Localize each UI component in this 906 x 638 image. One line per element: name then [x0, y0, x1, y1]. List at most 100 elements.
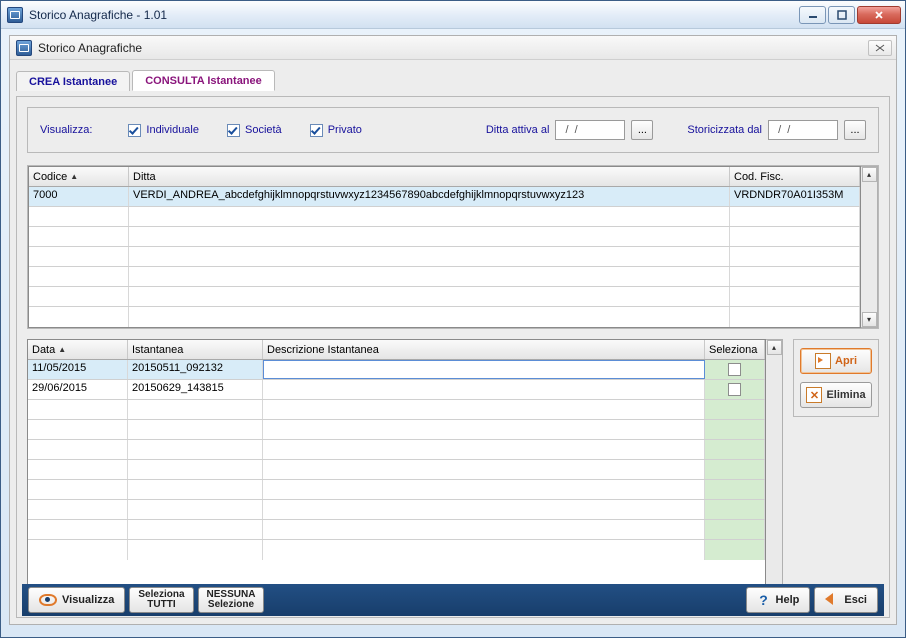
scroll-up-icon[interactable]: ▴	[862, 167, 877, 182]
table-row-empty	[29, 247, 860, 267]
table-row-empty	[28, 440, 765, 460]
apri-button[interactable]: Apri	[800, 348, 872, 374]
help-button[interactable]: ?Help	[746, 587, 811, 613]
app-icon	[16, 40, 32, 56]
inner-titlebar: Storico Anagrafiche	[10, 36, 896, 60]
row-checkbox[interactable]	[728, 363, 741, 376]
app-icon	[7, 7, 23, 23]
table-row-empty	[29, 227, 860, 247]
check-societa[interactable]: Società	[227, 124, 282, 137]
seleziona-tutti-button[interactable]: SelezionaTUTTI	[129, 587, 193, 613]
button-label: Esci	[844, 595, 867, 606]
tab-crea[interactable]: CREA Istantanee	[16, 71, 130, 91]
sort-asc-icon: ▲	[70, 172, 78, 181]
col-ditta[interactable]: Ditta	[129, 167, 730, 186]
label-storicizzata: Storicizzata dal	[687, 124, 762, 136]
table-row-empty	[29, 307, 860, 327]
outer-window: Storico Anagrafiche - 1.01 Storico Anagr…	[0, 0, 906, 638]
col-seleziona[interactable]: Seleziona	[705, 340, 765, 359]
cell-istantanea: 20150629_143815	[128, 380, 263, 399]
bottom-bar: Visualizza SelezionaTUTTI NESSUNASelezio…	[22, 584, 884, 616]
label-individuale: Individuale	[146, 124, 199, 136]
table-row[interactable]: 29/06/2015 20150629_143815	[28, 380, 765, 400]
grid-ditte[interactable]: Codice▲ Ditta Cod. Fisc. 7000 VERDI_ANDR…	[28, 166, 861, 328]
checkbox-icon	[310, 124, 323, 137]
grid-istantanee[interactable]: Data▲ Istantanea Descrizione Istantanea …	[27, 339, 766, 607]
cell-istantanea: 20150511_092132	[128, 360, 263, 379]
label-privato: Privato	[328, 124, 362, 136]
cell-descrizione	[263, 380, 705, 399]
close-button[interactable]	[857, 6, 901, 24]
check-individuale[interactable]: Individuale	[128, 124, 199, 137]
col-istantanea[interactable]: Istantanea	[128, 340, 263, 359]
scrollbar[interactable]: ▴ ▾	[861, 166, 878, 328]
table-row-empty	[28, 400, 765, 420]
nessuna-selezione-button[interactable]: NESSUNASelezione	[198, 587, 265, 613]
table-row-empty	[28, 520, 765, 540]
table-row-empty	[28, 500, 765, 520]
picker-ditta-attiva[interactable]: ...	[631, 120, 653, 140]
scrollbar[interactable]: ▴ ▾	[766, 339, 783, 607]
col-label: Codice	[33, 171, 67, 183]
window-title: Storico Anagrafiche - 1.01	[29, 8, 799, 22]
input-ditta-attiva[interactable]	[555, 120, 625, 140]
grid-ditte-panel: Codice▲ Ditta Cod. Fisc. 7000 VERDI_ANDR…	[27, 165, 879, 329]
button-label: Selezione	[208, 600, 254, 610]
label-visualizza: Visualizza:	[40, 124, 92, 136]
cell-codfisc: VRDNDR70A01I353M	[730, 187, 860, 206]
delete-icon: ✕	[806, 387, 822, 403]
inner-title: Storico Anagrafiche	[38, 41, 868, 55]
ellipsis-icon: ...	[850, 124, 859, 136]
table-row[interactable]: 11/05/2015 20150511_092132	[28, 360, 765, 380]
esci-button[interactable]: Esci	[814, 587, 878, 613]
cell-codice: 7000	[29, 187, 129, 206]
cell-descrizione-edit[interactable]	[263, 360, 705, 379]
inner-close-button[interactable]	[868, 40, 892, 56]
outer-titlebar: Storico Anagrafiche - 1.01	[1, 1, 905, 29]
filter-panel: Visualizza: Individuale Società Privato …	[27, 107, 879, 153]
elimina-button[interactable]: ✕ Elimina	[800, 382, 872, 408]
scroll-up-icon[interactable]: ▴	[767, 340, 782, 355]
cell-seleziona	[705, 380, 765, 399]
col-codice[interactable]: Codice▲	[29, 167, 129, 186]
side-buttons: Apri ✕ Elimina	[783, 339, 879, 607]
minimize-button[interactable]	[799, 6, 826, 24]
table-row-empty	[28, 540, 765, 560]
button-label: Apri	[835, 355, 857, 367]
open-icon	[815, 353, 831, 369]
check-privato[interactable]: Privato	[310, 124, 362, 137]
picker-storicizzata[interactable]: ...	[844, 120, 866, 140]
button-label: TUTTI	[147, 600, 175, 610]
checkbox-icon	[128, 124, 141, 137]
cell-data: 29/06/2015	[28, 380, 128, 399]
table-row-empty	[28, 480, 765, 500]
button-label: Elimina	[826, 389, 865, 401]
tab-consulta[interactable]: CONSULTA Istantanee	[132, 70, 275, 91]
sort-asc-icon: ▲	[58, 345, 66, 354]
row-checkbox[interactable]	[728, 383, 741, 396]
cell-seleziona	[705, 360, 765, 379]
table-row-empty	[29, 267, 860, 287]
tab-page-consulta: Visualizza: Individuale Società Privato …	[16, 96, 890, 618]
cell-ditta: VERDI_ANDREA_abcdefghijklmnopqrstuvwxyz1…	[129, 187, 730, 206]
label-ditta-attiva: Ditta attiva al	[486, 124, 550, 136]
label-societa: Società	[245, 124, 282, 136]
col-descrizione[interactable]: Descrizione Istantanea	[263, 340, 705, 359]
visualizza-button[interactable]: Visualizza	[28, 587, 125, 613]
table-row[interactable]: 7000 VERDI_ANDREA_abcdefghijklmnopqrstuv…	[29, 187, 860, 207]
lower-row: Data▲ Istantanea Descrizione Istantanea …	[27, 339, 879, 607]
col-codfisc[interactable]: Cod. Fisc.	[730, 167, 860, 186]
scroll-down-icon[interactable]: ▾	[862, 312, 877, 327]
button-label: Visualizza	[62, 595, 114, 606]
table-row-empty	[29, 207, 860, 227]
exit-icon	[825, 593, 839, 607]
eye-icon	[39, 594, 57, 606]
table-row-empty	[28, 420, 765, 440]
col-label: Data	[32, 344, 55, 356]
col-data[interactable]: Data▲	[28, 340, 128, 359]
input-storicizzata[interactable]	[768, 120, 838, 140]
client-area: CREA Istantanee CONSULTA Istantanee Visu…	[10, 60, 896, 624]
table-row-empty	[28, 460, 765, 480]
table-row-empty	[29, 287, 860, 307]
maximize-button[interactable]	[828, 6, 855, 24]
